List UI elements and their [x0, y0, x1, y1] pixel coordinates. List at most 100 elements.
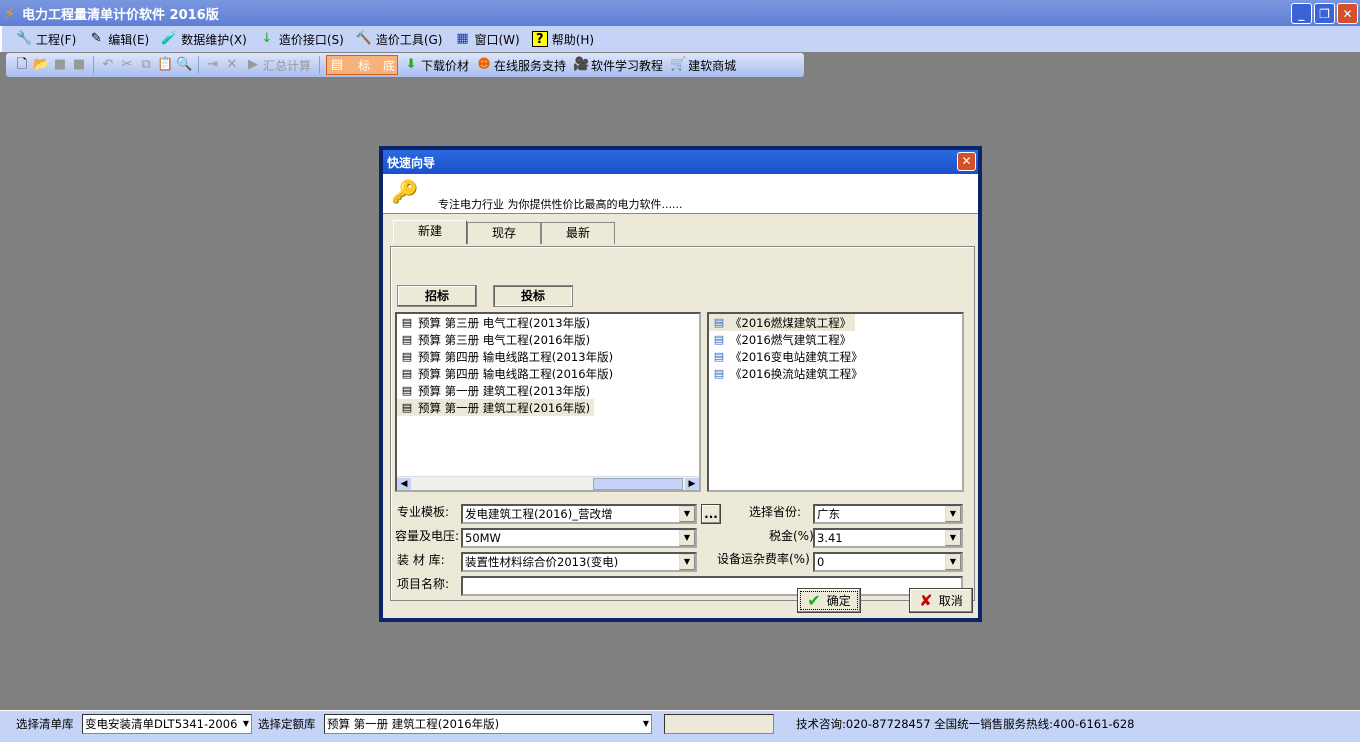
list-library-select[interactable]: 变电安装清单DLT5341-2006 ▼	[82, 714, 252, 734]
quota-list-item[interactable]: ▤ 预算 第四册 输电线路工程(2013年版)	[397, 348, 699, 365]
template-list-item[interactable]: ▤ 《2016换流站建筑工程》	[709, 365, 962, 382]
template-value: 发电建筑工程(2016)_营改增	[465, 507, 613, 521]
quota-list[interactable]: ▤ 预算 第三册 电气工程(2013年版) ▤ 预算 第三册 电气工程(2016年版)…	[395, 312, 701, 492]
separator	[93, 56, 94, 74]
chevron-down-icon[interactable]: ▼	[945, 530, 961, 546]
template-browse-button[interactable]: ...	[701, 504, 721, 524]
dialog-close-button[interactable]: ✕	[957, 152, 976, 171]
chevron-down-icon[interactable]: ▼	[945, 506, 961, 522]
delete-icon[interactable]: ✕	[224, 57, 240, 73]
save-icon[interactable]: ■	[52, 57, 68, 73]
book-icon: ▤	[401, 400, 413, 414]
bid-label-2: 底	[383, 58, 396, 73]
menu-help[interactable]: ? 帮助(H)	[531, 31, 595, 48]
quota-list-item[interactable]: ▤ 预算 第一册 建筑工程(2013年版)	[397, 382, 699, 399]
download-button[interactable]: ⬇ 下载价材	[401, 57, 471, 74]
bid-button[interactable]: 投标	[493, 285, 573, 307]
tab-latest[interactable]: 最新	[541, 222, 616, 244]
close-button[interactable]: ✕	[1337, 3, 1358, 24]
support-icon: ☻	[477, 57, 491, 72]
scroll-left-icon[interactable]: ◀	[397, 478, 411, 490]
quick-wizard-dialog: 快速向导 ✕ 🔑 专注电力行业 为你提供性价比最高的电力软件...... 新建 …	[379, 146, 982, 622]
summary-label: 汇总计算	[263, 58, 312, 73]
material-label: 装 材 库:	[397, 553, 445, 567]
chevron-down-icon[interactable]: ▼	[643, 715, 649, 733]
menu-tools[interactable]: 🔨 造价工具(G)	[356, 31, 443, 48]
project-name-input[interactable]	[461, 576, 963, 596]
cancel-button[interactable]: ✘ 取消	[909, 588, 973, 613]
insert-icon[interactable]: ⇥	[205, 57, 221, 73]
menu-project[interactable]: 🔧 工程(F)	[16, 31, 76, 48]
menu-data[interactable]: 🧪 数据维护(X)	[161, 31, 247, 48]
quota-list-item[interactable]: ▤ 预算 第三册 电气工程(2013年版)	[397, 314, 699, 331]
book-icon: ▤	[401, 332, 413, 346]
book-icon: ▤	[401, 315, 413, 329]
document-icon: ▤	[713, 315, 725, 329]
chevron-down-icon[interactable]: ▼	[945, 554, 961, 570]
undo-icon[interactable]: ↶	[100, 57, 116, 73]
quota-list-item[interactable]: ▤ 预算 第三册 电气工程(2016年版)	[397, 331, 699, 348]
document-icon: ▤	[713, 332, 725, 346]
horizontal-scrollbar[interactable]: ◀ ▶	[397, 476, 699, 490]
find-icon[interactable]: 🔍	[176, 57, 192, 73]
restore-button[interactable]: ❐	[1314, 3, 1335, 24]
scroll-right-icon[interactable]: ▶	[685, 478, 699, 490]
online-support-button[interactable]: ☻ 在线服务支持	[474, 57, 568, 74]
template-list-item[interactable]: ▤ 《2016燃煤建筑工程》	[709, 314, 856, 331]
copy-icon[interactable]: ⧉	[138, 57, 154, 73]
item-label: 预算 第一册 建筑工程(2016年版)	[418, 400, 591, 415]
quota-list-item[interactable]: ▤ 预算 第四册 输电线路工程(2016年版)	[397, 365, 699, 382]
tab-new[interactable]: 新建	[393, 220, 468, 244]
tool-icon: 🔨	[355, 31, 372, 46]
tax-select[interactable]: 3.41 ▼	[813, 528, 963, 548]
cut-icon[interactable]: ✂	[119, 57, 135, 73]
template-list-item[interactable]: ▤ 《2016燃气建筑工程》	[709, 331, 962, 348]
download-icon: ⬇	[405, 57, 417, 72]
tab-existing[interactable]: 现存	[467, 222, 542, 244]
item-label: 预算 第三册 电气工程(2016年版)	[418, 332, 591, 347]
chevron-down-icon[interactable]: ▼	[679, 530, 695, 546]
minimize-button[interactable]: _	[1291, 3, 1312, 24]
download-label: 下载价材	[421, 58, 470, 73]
tutorial-button[interactable]: 🎥 软件学习教程	[571, 57, 665, 74]
scroll-thumb[interactable]	[593, 478, 683, 490]
menu-interface[interactable]: ↓ 造价接口(S)	[259, 31, 343, 48]
menu-edit[interactable]: ✎ 编辑(E)	[88, 31, 149, 48]
toolbar: 🗋 📂 ■ ■ ↶ ✂ ⧉ 📋 🔍 ⇥ ✕ ▶ 汇总计算 ▤ 标底 ⬇ 下载价材 ☻ 在…	[6, 53, 804, 77]
item-label: 《2016变电站建筑工程》	[730, 349, 863, 364]
freight-select[interactable]: 0 ▼	[813, 552, 963, 572]
app-title: 电力工程量清单计价软件 2016版	[22, 7, 219, 23]
template-select[interactable]: 发电建筑工程(2016)_营改增 ▼	[461, 504, 697, 524]
ok-button[interactable]: ✔ 确定	[797, 588, 861, 613]
bid-button[interactable]: ▤ 标底	[326, 55, 399, 75]
summary-button[interactable]: ▶ 汇总计算	[243, 57, 313, 74]
tax-label: 税金(%)	[769, 529, 814, 543]
menu-window[interactable]: ▦ 窗口(W)	[454, 31, 519, 48]
menu-label: 编辑(E)	[108, 32, 150, 47]
quota-library-select[interactable]: 预算 第一册 建筑工程(2016年版) ▼	[324, 714, 652, 734]
key-icon: 🔑	[391, 180, 419, 205]
tender-button[interactable]: 招标	[397, 285, 477, 307]
menu-label: 帮助(H)	[551, 32, 595, 47]
material-select[interactable]: 装置性材料综合价2013(变电) ▼	[461, 552, 697, 572]
chevron-down-icon[interactable]: ▼	[679, 554, 695, 570]
document-icon: ▤	[713, 366, 725, 380]
open-folder-icon[interactable]: 📂	[33, 57, 49, 73]
save-as-icon[interactable]: ■	[71, 57, 87, 73]
slogan: 专注电力行业 为你提供性价比最高的电力软件......	[438, 198, 683, 211]
item-label: 《2016燃煤建筑工程》	[730, 315, 852, 330]
shop-button[interactable]: 🛒 建软商城	[668, 57, 738, 74]
quota-list-item[interactable]: ▤ 预算 第一册 建筑工程(2016年版)	[397, 399, 595, 416]
book-icon: ▤	[401, 349, 413, 363]
new-icon[interactable]: 🗋	[14, 57, 30, 73]
capacity-select[interactable]: 50MW ▼	[461, 528, 697, 548]
tutorial-label: 软件学习教程	[591, 58, 664, 73]
template-list-item[interactable]: ▤ 《2016变电站建筑工程》	[709, 348, 962, 365]
menu-label: 造价工具(G)	[375, 32, 443, 47]
chevron-down-icon[interactable]: ▼	[243, 715, 249, 733]
freight-label: 设备运杂费率(%)	[717, 552, 810, 566]
chevron-down-icon[interactable]: ▼	[679, 506, 695, 522]
template-list[interactable]: ▤ 《2016燃煤建筑工程》 ▤ 《2016燃气建筑工程》 ▤ 《2016变电站建筑工程》…	[707, 312, 964, 492]
province-select[interactable]: 广东 ▼	[813, 504, 963, 524]
paste-icon[interactable]: 📋	[157, 57, 173, 73]
